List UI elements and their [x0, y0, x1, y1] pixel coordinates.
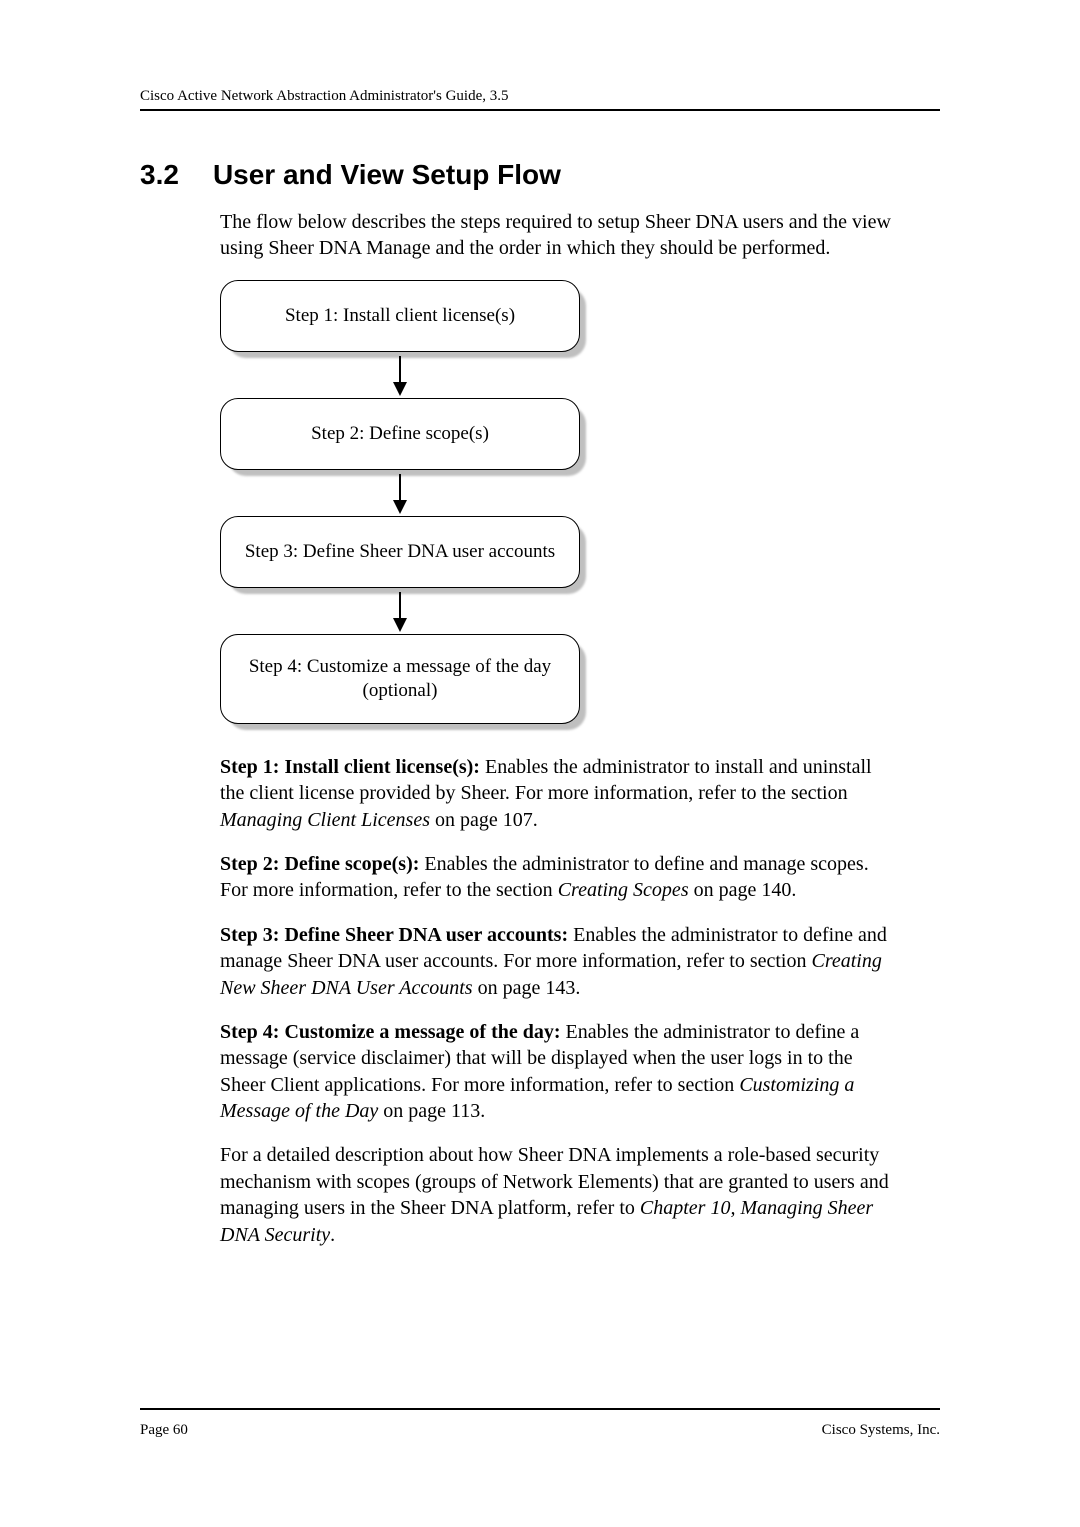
- step-tail: on page 107.: [430, 809, 538, 831]
- closing-paragraph: For a detailed description about how She…: [220, 1142, 900, 1248]
- body-column: The flow below describes the steps requi…: [220, 209, 900, 1248]
- step-tail: on page 140.: [689, 879, 797, 901]
- section-number: 3.2: [140, 159, 179, 191]
- flowchart: Step 1: Install client license(s) Step 2…: [220, 280, 600, 724]
- flow-step-2: Step 2: Define scope(s): [220, 398, 580, 470]
- step-label: Step 3: Define Sheer DNA user accounts:: [220, 924, 568, 946]
- flow-step-box: Step 3: Define Sheer DNA user accounts: [220, 516, 580, 588]
- arrow-down-icon: [390, 356, 410, 396]
- step-ref: Managing Client Licenses: [220, 809, 430, 831]
- step3-paragraph: Step 3: Define Sheer DNA user accounts: …: [220, 922, 900, 1001]
- section-heading: 3.2 User and View Setup Flow: [140, 159, 940, 191]
- flow-step-box: Step 4: Customize a message of the day (…: [220, 634, 580, 724]
- flow-step-box: Step 2: Define scope(s): [220, 398, 580, 470]
- flow-step-1: Step 1: Install client license(s): [220, 280, 580, 352]
- footer-rule: [140, 1408, 940, 1410]
- step-tail: on page 143.: [473, 977, 581, 999]
- step2-paragraph: Step 2: Define scope(s): Enables the adm…: [220, 851, 900, 904]
- flow-step-3: Step 3: Define Sheer DNA user accounts: [220, 516, 580, 588]
- footer-page-number: Page 60: [140, 1422, 188, 1439]
- flow-arrow: [220, 588, 580, 634]
- step-label: Step 2: Define scope(s):: [220, 853, 419, 875]
- arrow-down-icon: [390, 592, 410, 632]
- flow-step-4: Step 4: Customize a message of the day (…: [220, 634, 580, 724]
- page-content: Cisco Active Network Abstraction Adminis…: [140, 88, 940, 1266]
- closing-tail: .: [330, 1224, 335, 1246]
- flow-arrow: [220, 352, 580, 398]
- step-label: Step 1: Install client license(s):: [220, 756, 480, 778]
- section-title: User and View Setup Flow: [213, 159, 561, 191]
- step-label: Step 4: Customize a message of the day:: [220, 1021, 561, 1043]
- page-footer: Page 60 Cisco Systems, Inc.: [140, 1422, 940, 1439]
- footer-company: Cisco Systems, Inc.: [822, 1422, 940, 1439]
- arrow-down-icon: [390, 474, 410, 514]
- flow-step-box: Step 1: Install client license(s): [220, 280, 580, 352]
- step-ref: Creating Scopes: [558, 879, 689, 901]
- step-tail: on page 113.: [378, 1100, 485, 1122]
- step4-paragraph: Step 4: Customize a message of the day: …: [220, 1019, 900, 1125]
- flow-arrow: [220, 470, 580, 516]
- step1-paragraph: Step 1: Install client license(s): Enabl…: [220, 754, 900, 833]
- intro-paragraph: The flow below describes the steps requi…: [220, 209, 900, 262]
- running-header: Cisco Active Network Abstraction Adminis…: [140, 88, 940, 111]
